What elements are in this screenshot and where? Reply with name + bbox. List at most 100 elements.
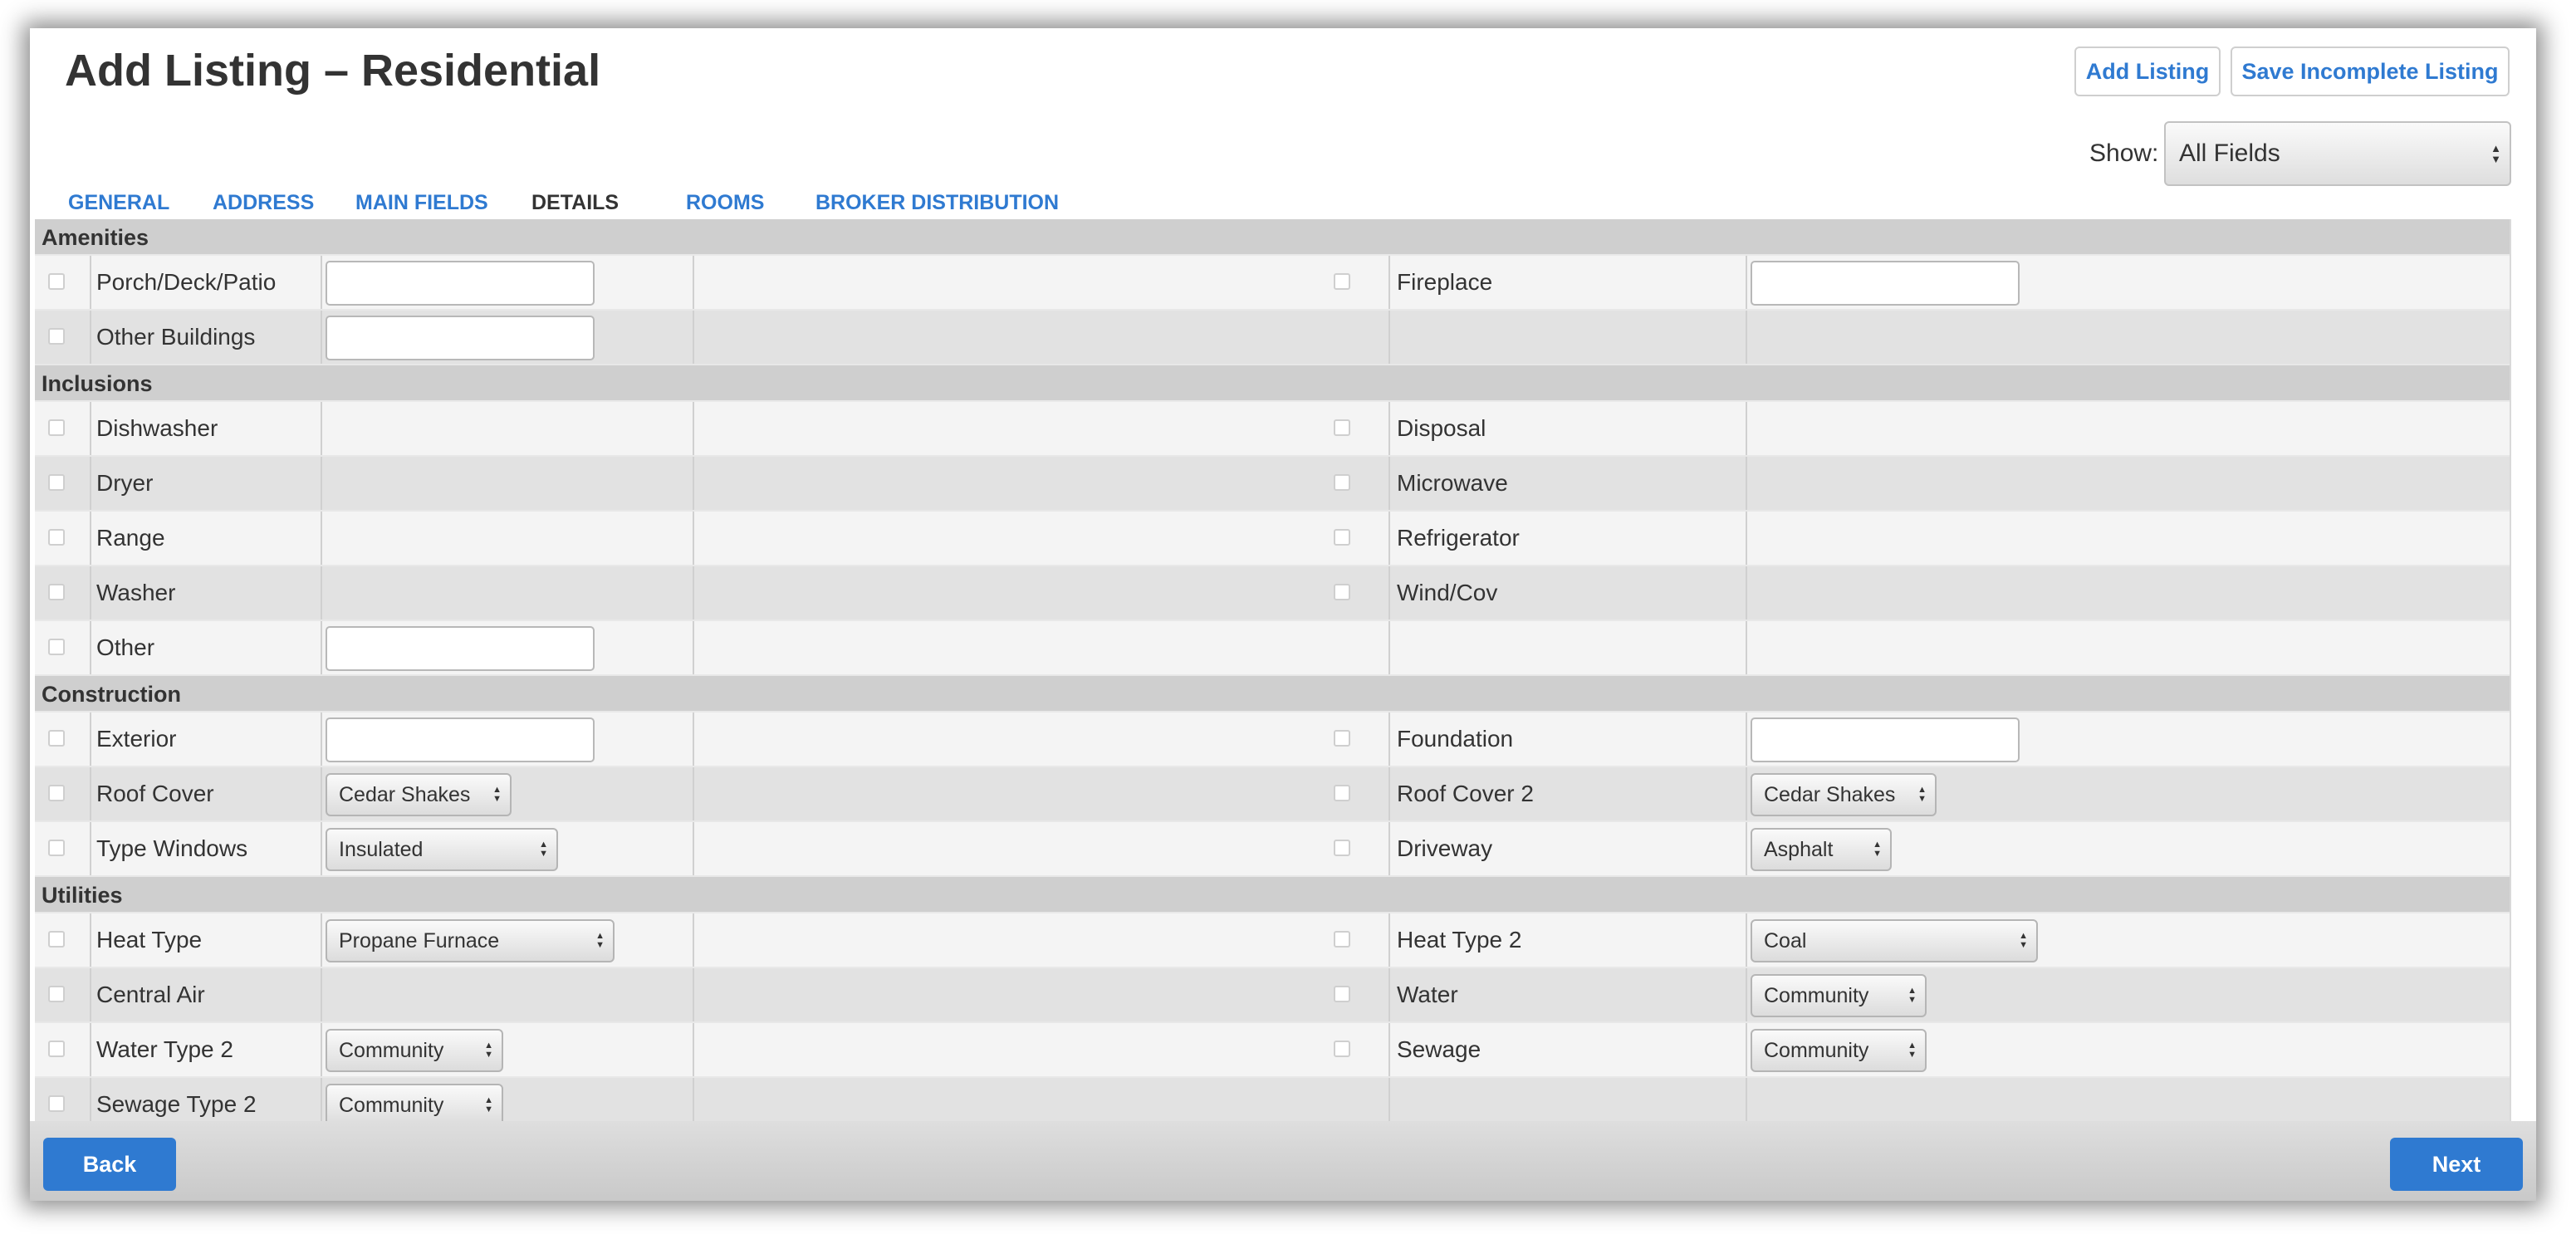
- roof-cover-select-value: Cedar Shakes: [339, 782, 471, 806]
- exterior-checkbox[interactable]: [48, 730, 65, 747]
- water-checkbox[interactable]: [1334, 986, 1350, 1002]
- driveway-checkbox[interactable]: [1334, 840, 1350, 856]
- select-arrows-icon: ▲ ▼: [2490, 142, 2501, 165]
- refrigerator-checkbox[interactable]: [1334, 529, 1350, 546]
- other-label: Other: [96, 634, 155, 660]
- type-windows-select[interactable]: Insulated ▲ ▼: [326, 828, 558, 871]
- sewage-checkbox[interactable]: [1334, 1041, 1350, 1057]
- show-select[interactable]: All Fields ▲ ▼: [2164, 121, 2511, 186]
- central-air-checkbox[interactable]: [48, 986, 65, 1002]
- washer-checkbox[interactable]: [48, 584, 65, 600]
- column-divider: [90, 566, 91, 620]
- heat-type-label: Heat Type: [96, 927, 203, 953]
- column-divider: [1746, 256, 1747, 309]
- column-divider: [90, 767, 91, 820]
- column-divider: [321, 822, 322, 875]
- wind-cov-checkbox[interactable]: [1334, 584, 1350, 600]
- foundation-checkbox[interactable]: [1334, 730, 1350, 747]
- porch-deck-patio-input[interactable]: [326, 261, 595, 306]
- form-row: Dryer Microwave: [35, 457, 2510, 512]
- column-divider: [321, 512, 322, 565]
- next-button[interactable]: Next: [2390, 1138, 2523, 1191]
- column-divider: [1388, 457, 1390, 510]
- column-divider: [1388, 968, 1390, 1021]
- water-label: Water: [1397, 982, 1458, 1007]
- column-divider: [90, 256, 91, 309]
- water-select[interactable]: Community ▲ ▼: [1751, 974, 1927, 1017]
- disposal-checkbox[interactable]: [1334, 419, 1350, 436]
- add-listing-button[interactable]: Add Listing: [2074, 47, 2221, 96]
- column-divider: [693, 713, 694, 766]
- form-row: Other: [35, 621, 2510, 676]
- driveway-select[interactable]: Asphalt ▲ ▼: [1751, 828, 1892, 871]
- sewage-type-2-checkbox[interactable]: [48, 1095, 65, 1112]
- washer-label: Washer: [96, 580, 176, 605]
- column-divider: [693, 968, 694, 1021]
- heat-type-2-label: Heat Type 2: [1397, 927, 1522, 953]
- select-arrows-icon: ▲ ▼: [484, 1095, 493, 1114]
- foundation-input[interactable]: [1751, 717, 2020, 762]
- driveway-select-value: Asphalt: [1764, 837, 1834, 861]
- section-header-inclusions: Inclusions: [35, 365, 2510, 402]
- column-divider: [693, 256, 694, 309]
- column-divider: [1388, 767, 1390, 820]
- form-row: Exterior Foundation: [35, 713, 2510, 767]
- roof-cover-select[interactable]: Cedar Shakes ▲ ▼: [326, 773, 512, 816]
- save-incomplete-listing-button[interactable]: Save Incomplete Listing: [2231, 47, 2510, 96]
- roof-cover-2-select[interactable]: Cedar Shakes ▲ ▼: [1751, 773, 1937, 816]
- fireplace-input[interactable]: [1751, 261, 2020, 306]
- central-air-label: Central Air: [96, 982, 205, 1007]
- select-arrows-icon: ▲ ▼: [595, 931, 605, 950]
- microwave-label: Microwave: [1397, 470, 1508, 496]
- column-divider: [1746, 621, 1747, 674]
- column-divider: [321, 311, 322, 364]
- sewage-select-value: Community: [1764, 1038, 1869, 1062]
- form-row: Dishwasher Disposal: [35, 402, 2510, 457]
- heat-type-select[interactable]: Propane Furnace ▲ ▼: [326, 919, 615, 962]
- heat-type-2-select[interactable]: Coal ▲ ▼: [1751, 919, 2038, 962]
- column-divider: [90, 311, 91, 364]
- water-type-2-label: Water Type 2: [96, 1036, 233, 1062]
- type-windows-checkbox[interactable]: [48, 840, 65, 856]
- column-divider: [321, 767, 322, 820]
- porch-deck-patio-checkbox[interactable]: [48, 273, 65, 290]
- dryer-checkbox[interactable]: [48, 474, 65, 491]
- heat-type-2-checkbox[interactable]: [1334, 931, 1350, 948]
- back-button[interactable]: Back: [43, 1138, 176, 1191]
- exterior-input[interactable]: [326, 717, 595, 762]
- roof-cover-checkbox[interactable]: [48, 785, 65, 801]
- column-divider: [1388, 913, 1390, 967]
- heat-type-checkbox[interactable]: [48, 931, 65, 948]
- water-type-2-checkbox[interactable]: [48, 1041, 65, 1057]
- other-input[interactable]: [326, 626, 595, 671]
- fireplace-checkbox[interactable]: [1334, 273, 1350, 290]
- range-checkbox[interactable]: [48, 529, 65, 546]
- water-type-2-select[interactable]: Community ▲ ▼: [326, 1029, 503, 1072]
- column-divider: [693, 512, 694, 565]
- dishwasher-checkbox[interactable]: [48, 419, 65, 436]
- microwave-checkbox[interactable]: [1334, 474, 1350, 491]
- form-row: Washer Wind/Cov: [35, 566, 2510, 621]
- driveway-label: Driveway: [1397, 835, 1493, 861]
- type-windows-label: Type Windows: [96, 835, 248, 861]
- sewage-type-2-select-value: Community: [339, 1093, 444, 1117]
- column-divider: [1746, 1078, 1747, 1121]
- form-row: Central Air Water Community ▲ ▼: [35, 968, 2510, 1023]
- sewage-select[interactable]: Community ▲ ▼: [1751, 1029, 1927, 1072]
- other-checkbox[interactable]: [48, 639, 65, 655]
- other-buildings-checkbox[interactable]: [48, 328, 65, 345]
- select-arrows-icon: ▲ ▼: [1908, 1041, 1917, 1060]
- column-divider: [1746, 822, 1747, 875]
- column-divider: [693, 402, 694, 455]
- sewage-label: Sewage: [1397, 1036, 1481, 1062]
- roof-cover-2-checkbox[interactable]: [1334, 785, 1350, 801]
- disposal-label: Disposal: [1397, 415, 1486, 441]
- other-buildings-input[interactable]: [326, 316, 595, 360]
- column-divider: [1746, 311, 1747, 364]
- column-divider: [1388, 1078, 1390, 1121]
- form-row: Porch/Deck/Patio Fireplace: [35, 256, 2510, 311]
- sewage-type-2-select[interactable]: Community ▲ ▼: [326, 1084, 503, 1121]
- select-arrows-icon: ▲ ▼: [492, 785, 502, 804]
- form-row: Heat Type Propane Furnace ▲ ▼ Heat Type 2 Coa…: [35, 913, 2510, 968]
- column-divider: [321, 256, 322, 309]
